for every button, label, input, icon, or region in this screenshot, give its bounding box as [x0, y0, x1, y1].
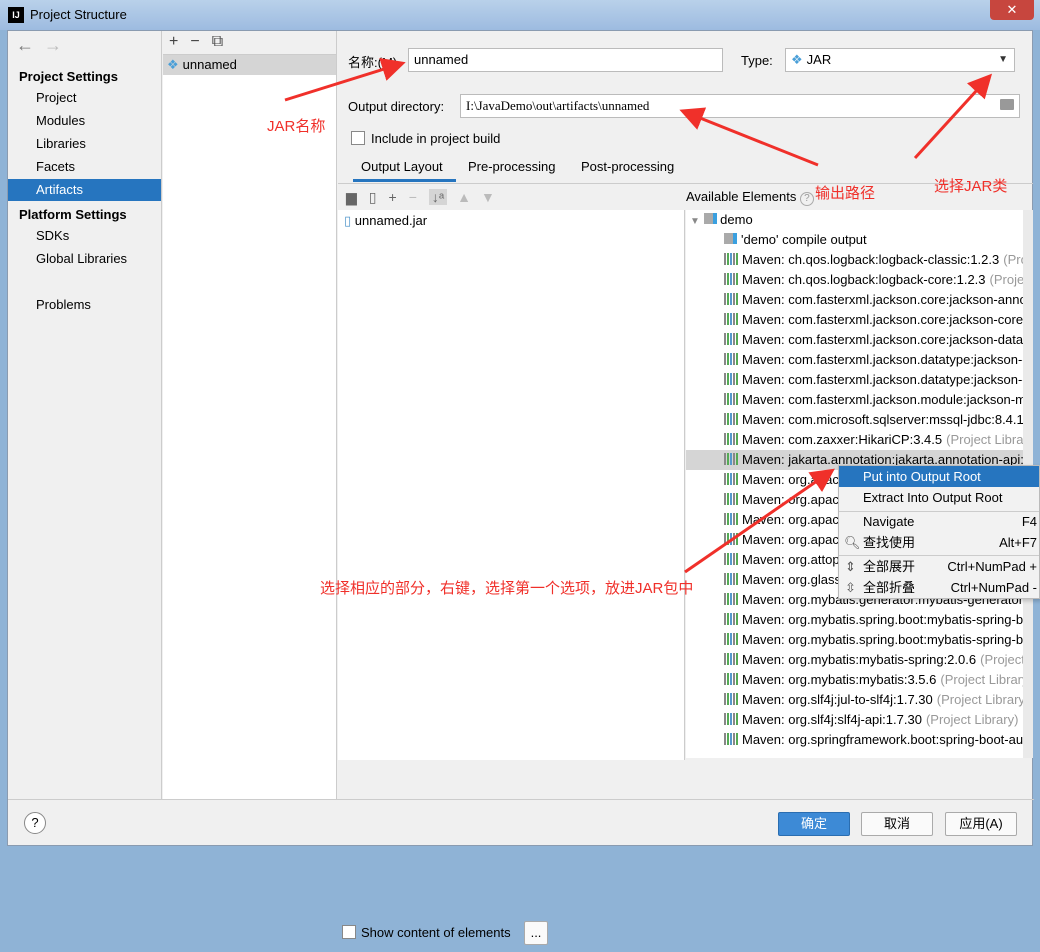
arrow-to-menu	[684, 468, 835, 574]
annotation-choose-type: 选择JAR类	[934, 178, 1008, 195]
show-content-checkbox[interactable]	[342, 925, 356, 939]
arrow-to-name	[284, 57, 406, 102]
show-content-label: Show content of elements	[361, 925, 511, 940]
annotation-jar-name: JAR名称	[267, 118, 326, 135]
annotation-output-path: 输出路径	[815, 185, 876, 202]
arrow-to-type	[913, 73, 993, 160]
annotation-arrows	[284, 57, 993, 574]
more-button[interactable]: ...	[524, 921, 548, 945]
annotation-instruction: 选择相应的部分，右键，选择第一个选项，放进JAR包中	[320, 580, 694, 597]
arrow-to-output	[679, 107, 819, 167]
